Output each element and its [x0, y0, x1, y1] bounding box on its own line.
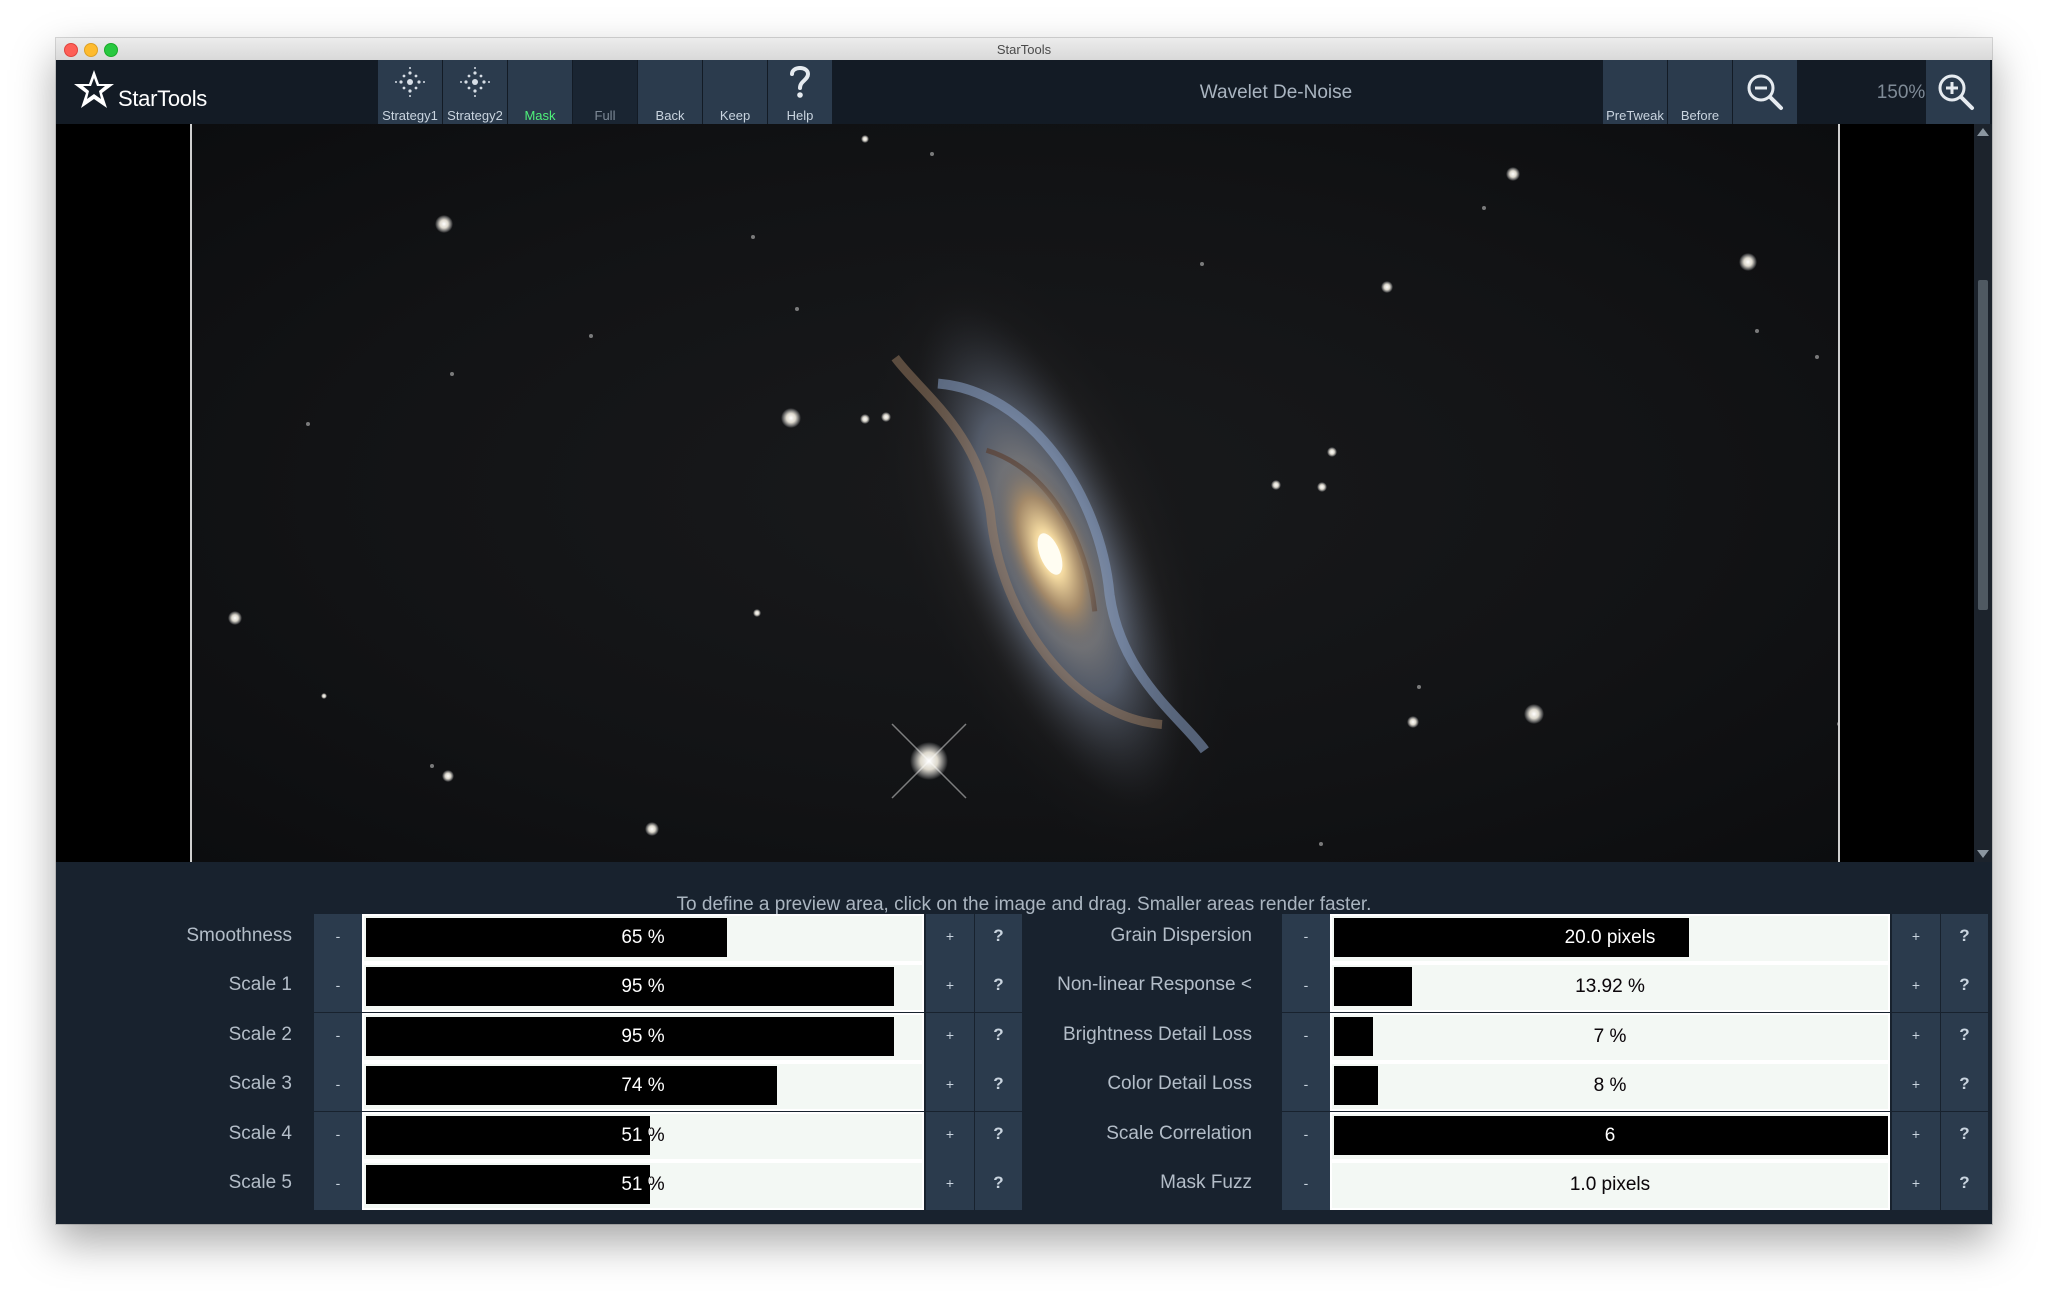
galaxy-image: [228, 135, 1863, 875]
increase-button[interactable]: +: [1892, 1161, 1940, 1210]
value-slider[interactable]: 20.0 pixels: [1330, 914, 1890, 963]
value-slider[interactable]: 8 %: [1330, 1062, 1890, 1112]
full-label: Full: [594, 108, 616, 123]
scroll-down-arrow-icon[interactable]: [1977, 850, 1989, 858]
slider-value: 6: [1604, 1124, 1616, 1146]
parameter-help-button[interactable]: ?: [1941, 914, 1988, 963]
help-label: Help: [786, 108, 814, 123]
pretweak-label: PreTweak: [1606, 108, 1664, 123]
parameter-label: Mask Fuzz: [1160, 1172, 1252, 1193]
increase-button[interactable]: +: [1892, 1111, 1940, 1161]
preview-image[interactable]: [190, 124, 1863, 875]
parameter-label: Non-linear Response <: [1057, 974, 1252, 996]
parameter-row: Color Detail Loss - 8 % +?: [56, 1062, 1992, 1112]
help-button[interactable]: Help: [768, 60, 832, 124]
strategy1-button[interactable]: Strategy1: [378, 60, 442, 124]
zoom-in-icon: [1938, 74, 1974, 110]
increase-button[interactable]: +: [1892, 963, 1940, 1013]
title-bar: StarTools: [56, 38, 1992, 61]
keep-label: Keep: [719, 108, 751, 123]
back-label: Back: [655, 108, 685, 123]
mask-button[interactable]: Mask: [508, 60, 572, 124]
toolbar: StarTools Strategy1 Strategy2 Mask Full …: [56, 60, 1992, 124]
value-slider[interactable]: 13.92 %: [1330, 963, 1890, 1013]
slider-value: 8 %: [1593, 1075, 1627, 1097]
parameter-help-button[interactable]: ?: [1941, 1111, 1988, 1161]
decrease-button[interactable]: -: [1282, 1012, 1330, 1062]
scroll-up-arrow-icon[interactable]: [1977, 128, 1989, 136]
zoom-out-icon: [1747, 74, 1783, 110]
slider-value: 1.0 pixels: [1569, 1174, 1651, 1195]
question-icon: [790, 66, 811, 98]
image-viewport[interactable]: [56, 124, 1974, 875]
back-button[interactable]: Back: [638, 60, 702, 124]
parameter-row: Mask Fuzz - 1.0 pixels +?: [56, 1161, 1992, 1210]
parameter-row: Brightness Detail Loss - 7 % +?: [56, 1012, 1992, 1062]
decrease-button[interactable]: -: [1282, 914, 1330, 963]
mask-label: Mask: [524, 108, 556, 123]
sparkle-icon: [460, 67, 490, 97]
increase-button[interactable]: +: [1892, 914, 1940, 963]
parameter-help-button[interactable]: ?: [1941, 1012, 1988, 1062]
value-slider[interactable]: 6: [1330, 1111, 1890, 1161]
logo-text: StarTools: [118, 86, 208, 111]
full-button[interactable]: Full: [573, 60, 637, 124]
parameter-help-button[interactable]: ?: [1941, 1161, 1988, 1210]
parameter-label: Grain Dispersion: [1110, 925, 1253, 946]
parameter-panel: To define a preview area, click on the i…: [56, 862, 1992, 1224]
increase-button[interactable]: +: [1892, 1062, 1940, 1112]
parameter-help-button[interactable]: ?: [1941, 963, 1988, 1013]
window-title: StarTools: [996, 42, 1052, 57]
zoom-in-button[interactable]: [1926, 60, 1990, 124]
parameter-row: Non-linear Response < - 13.92 % +?: [56, 963, 1992, 1013]
slider-value: 7 %: [1593, 1025, 1627, 1047]
parameter-help-button[interactable]: ?: [1941, 1062, 1988, 1112]
keep-button[interactable]: Keep: [703, 60, 767, 124]
strategy2-button[interactable]: Strategy2: [443, 60, 507, 124]
strategy2-label: Strategy2: [447, 108, 503, 123]
pretweak-button[interactable]: PreTweak: [1603, 60, 1667, 124]
strategy1-label: Strategy1: [382, 108, 438, 123]
slider-value: 20.0 pixels: [1564, 927, 1656, 948]
sparkle-icon: [395, 67, 425, 97]
before-label: Before: [1680, 108, 1720, 123]
decrease-button[interactable]: -: [1282, 1062, 1330, 1112]
slider-value: 13.92 %: [1575, 976, 1645, 998]
star-logo-icon: [74, 70, 114, 108]
vertical-scrollbar[interactable]: [1974, 124, 1992, 862]
parameter-label: Brightness Detail Loss: [1062, 1023, 1252, 1045]
tool-title: Wavelet De-Noise: [1199, 82, 1353, 103]
scroll-thumb[interactable]: [1978, 280, 1988, 610]
value-slider[interactable]: 1.0 pixels: [1330, 1161, 1890, 1210]
decrease-button[interactable]: -: [1282, 1161, 1330, 1210]
increase-button[interactable]: +: [1892, 1012, 1940, 1062]
parameter-row: Grain Dispersion - 20.0 pixels +?: [56, 914, 1992, 963]
parameter-label: Color Detail Loss: [1107, 1073, 1252, 1095]
decrease-button[interactable]: -: [1282, 963, 1330, 1013]
parameter-row: Scale Correlation - 6 +?: [56, 1111, 1992, 1161]
zoom-out-button[interactable]: [1733, 60, 1797, 124]
parameter-label: Scale Correlation: [1106, 1122, 1252, 1144]
app-window: StarTools StarTools Strategy1 Strategy2 …: [56, 38, 1992, 1224]
preview-hint: To define a preview area, click on the i…: [676, 894, 1372, 915]
before-button[interactable]: Before: [1668, 60, 1732, 124]
app-logo: StarTools: [72, 66, 262, 116]
value-slider[interactable]: 7 %: [1330, 1012, 1890, 1062]
decrease-button[interactable]: -: [1282, 1111, 1330, 1161]
